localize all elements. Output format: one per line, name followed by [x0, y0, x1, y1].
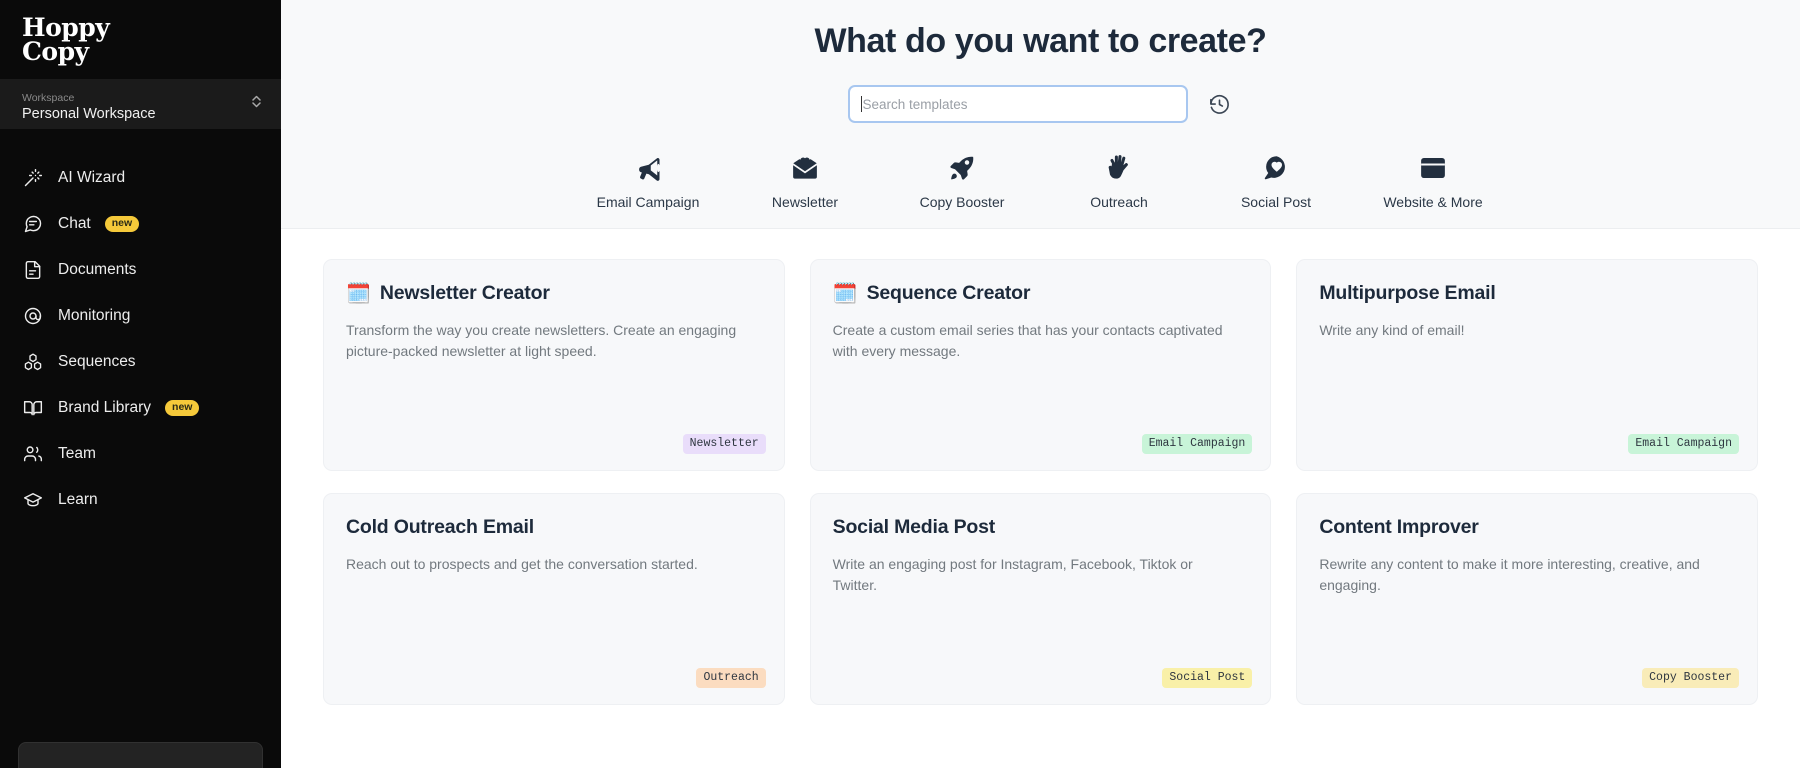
graduation-cap-icon [22, 489, 44, 511]
search-placeholder: Search templates [862, 96, 968, 112]
template-card-title: Newsletter Creator [379, 282, 550, 304]
template-card-header: Multipurpose Email [1319, 282, 1735, 305]
sidebar-item-monitoring[interactable]: Monitoring [0, 293, 281, 339]
template-card[interactable]: 🗓️ Newsletter Creator Transform the way yo… [323, 259, 785, 471]
template-grid: 🗓️ Newsletter Creator Transform the way yo… [281, 229, 1800, 705]
magic-wand-icon [22, 167, 44, 189]
sidebar-item-sequences[interactable]: Sequences [0, 339, 281, 385]
template-card-description: Rewrite any content to make it more inte… [1319, 556, 1700, 593]
search-row: Search templates [281, 85, 1800, 123]
template-card-tag: Social Post [1162, 668, 1253, 688]
app-logo[interactable]: Hoppy Copy [0, 0, 281, 79]
category-label: Website & More [1383, 194, 1483, 210]
app-root: Hoppy Copy Workspace Personal Workspace … [0, 0, 1800, 768]
text-caret [860, 96, 862, 112]
category-newsletter[interactable]: Newsletter [727, 153, 884, 210]
sidebar-nav: AI Wizard Chat new Documents Monitoring Seque… [0, 155, 281, 523]
category-label: Social Post [1240, 194, 1312, 210]
sidebar-item-label: Chat [58, 215, 91, 232]
sidebar-item-label: Team [58, 445, 96, 462]
sidebar-bottom-panel[interactable] [18, 742, 263, 768]
logo-line-2: Copy [22, 36, 89, 66]
chat-bubble-icon [22, 213, 44, 235]
chevron-up-down-icon [250, 93, 263, 115]
category-label: Copy Booster [919, 194, 1005, 210]
category-label: Outreach [1090, 194, 1148, 210]
template-card[interactable]: Cold Outreach Email Reach out to prospect… [323, 493, 785, 705]
template-card-description: Reach out to prospects and get the conve… [346, 556, 698, 572]
search-input[interactable]: Search templates [847, 85, 1188, 123]
category-label: Email Campaign [596, 194, 700, 210]
template-card-title: Multipurpose Email [1319, 282, 1496, 304]
template-card-description: Create a custom email series that has yo… [832, 322, 1223, 359]
template-card-title: Content Improver [1319, 516, 1479, 538]
sidebar-item-label: Sequences [58, 353, 136, 370]
sidebar-item-label: AI Wizard [58, 169, 126, 186]
category-copy-booster[interactable]: Copy Booster [884, 153, 1041, 210]
category-outreach[interactable]: Outreach [1041, 153, 1198, 210]
workspace-label: Workspace [22, 91, 75, 104]
template-card-tag: Newsletter [682, 434, 766, 454]
template-card[interactable]: 🗓️ Sequence Creator Create a custom email … [809, 259, 1272, 471]
sidebar-item-learn[interactable]: Learn [0, 477, 281, 523]
template-card-tag: Copy Booster [1642, 668, 1739, 688]
sidebar-item-label: Documents [58, 261, 137, 278]
sidebar: Hoppy Copy Workspace Personal Workspace … [0, 0, 281, 768]
template-card-title: Cold Outreach Email [346, 516, 534, 538]
sidebar-item-label: Learn [58, 491, 98, 508]
open-book-icon [22, 397, 44, 419]
template-card-tag: Outreach [696, 668, 766, 688]
template-card-description: Write any kind of email! [1319, 322, 1465, 338]
template-card-tag: Email Campaign [1141, 434, 1253, 454]
category-email-campaign[interactable]: Email Campaign [570, 153, 727, 210]
document-icon [22, 259, 44, 281]
sidebar-item-badge: new [104, 216, 140, 232]
category-social-post[interactable]: Social Post [1198, 153, 1355, 210]
browser-window-icon [1418, 153, 1448, 183]
template-card-description: Transform the way you create newsletters… [346, 322, 737, 359]
logo-line-1: Hoppy [22, 12, 110, 42]
megaphone-icon [633, 153, 663, 183]
page-title: What do you want to create? [814, 22, 1267, 60]
sidebar-item-ai-wizard[interactable]: AI Wizard [0, 155, 281, 201]
category-label: Newsletter [771, 194, 839, 210]
category-filters: Email Campaign Newsletter Copy Booster Outr… [281, 153, 1800, 210]
template-card[interactable]: Content Improver Rewrite any content to m… [1296, 493, 1758, 705]
sidebar-item-team[interactable]: Team [0, 431, 281, 477]
sidebar-item-brand-library[interactable]: Brand Library new [0, 385, 281, 431]
template-card-title: Sequence Creator [866, 282, 1031, 304]
template-card-title: Social Media Post [832, 516, 996, 538]
at-circle-icon [22, 305, 44, 327]
main-content: What do you want to create? Search templ… [281, 0, 1800, 768]
template-card[interactable]: Social Media Post Write an engaging post … [809, 493, 1272, 705]
template-card-description: Write an engaging post for Instagram, Fa… [832, 556, 1193, 593]
sidebar-item-documents[interactable]: Documents [0, 247, 281, 293]
workspace-switcher[interactable]: Workspace Personal Workspace [0, 79, 281, 129]
sidebar-item-label: Brand Library [58, 399, 152, 416]
history-clock-icon[interactable] [1206, 90, 1234, 118]
calendar-emoji-icon: 🗓️ [832, 282, 858, 305]
workspace-name: Personal Workspace [22, 105, 156, 122]
blocks-icon [22, 351, 44, 373]
sidebar-item-label: Monitoring [58, 307, 131, 324]
speech-bubble-heart-icon [1261, 153, 1291, 183]
rocket-icon [947, 153, 977, 183]
sidebar-item-chat[interactable]: Chat new [0, 201, 281, 247]
template-card[interactable]: Multipurpose Email Write any kind of emai… [1296, 259, 1758, 471]
envelope-heart-icon [790, 153, 820, 183]
template-card-tag: Email Campaign [1628, 434, 1739, 454]
category-website-more[interactable]: Website & More [1355, 153, 1512, 210]
template-card-header: Cold Outreach Email [346, 516, 762, 539]
template-card-header: 🗓️ Newsletter Creator [346, 282, 762, 305]
hero-section: What do you want to create? Search templ… [281, 0, 1800, 229]
template-card-header: 🗓️ Sequence Creator [833, 282, 1249, 305]
hand-icon [1104, 153, 1134, 183]
people-icon [22, 443, 44, 465]
sidebar-item-badge: new [165, 400, 200, 416]
template-card-header: Content Improver [1319, 516, 1735, 539]
template-card-header: Social Media Post [833, 516, 1249, 539]
calendar-emoji-icon: 🗓️ [346, 282, 371, 305]
